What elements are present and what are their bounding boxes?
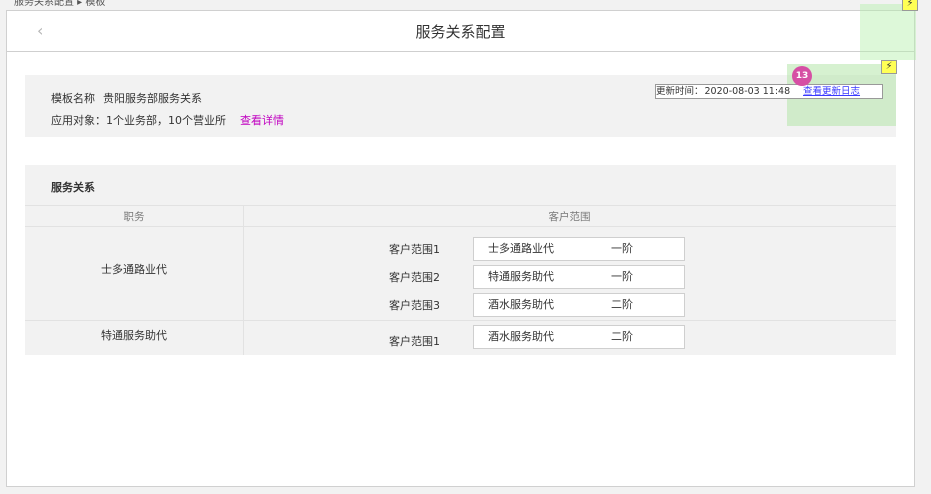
cut-off-top-text: 服务关系配置 ▸ 模板 <box>14 0 106 8</box>
view-update-log-link[interactable]: 查看更新日志 <box>803 85 860 98</box>
range-field[interactable]: 特通服务助代 一阶 <box>473 265 685 289</box>
range-field[interactable]: 酒水服务助代 二阶 <box>473 293 685 317</box>
template-name-row: 模板名称 贵阳服务部服务关系 <box>51 90 202 106</box>
update-info-box: 更新时间：2020-08-03 11:48 查看更新日志 <box>655 84 883 99</box>
range-label: 客户范围2 <box>389 271 440 284</box>
page-title: 服务关系配置 <box>415 23 506 41</box>
lightning-icon[interactable]: ⚡ <box>881 60 897 74</box>
template-info-panel: 模板名称 贵阳服务部服务关系 应用对象：1个业务部，10个营业所 查看详情 更新时间… <box>25 64 896 137</box>
range-label: 客户范围3 <box>389 299 440 312</box>
notification-badge: 13 <box>792 66 812 86</box>
role-cell: 士多通路业代 <box>101 263 167 276</box>
template-name-value: 贵阳服务部服务关系 <box>103 92 202 105</box>
template-name-label: 模板名称 <box>51 92 95 105</box>
range-name: 酒水服务助代 <box>488 298 554 311</box>
view-details-link[interactable]: 查看详情 <box>240 114 284 127</box>
range-name: 士多通路业代 <box>488 242 554 255</box>
lightning-icon[interactable]: ⚡ <box>902 0 918 11</box>
role-cell: 特通服务助代 <box>101 329 167 342</box>
column-header-role: 职务 <box>25 205 243 227</box>
column-divider <box>243 205 244 355</box>
column-header-range: 客户范围 <box>243 205 896 227</box>
header-bar: ‹ 服务关系配置 <box>7 4 916 60</box>
highlight-overlay <box>860 4 916 60</box>
row-divider <box>25 320 896 321</box>
service-relation-panel: 服务关系 职务 客户范围 士多通路业代 客户范围1 士多通路业代 一阶 客户范围… <box>25 165 896 355</box>
range-field[interactable]: 士多通路业代 一阶 <box>473 237 685 261</box>
section-title: 服务关系 <box>51 181 95 194</box>
update-time-label: 更新时间： <box>656 86 704 97</box>
range-name: 特通服务助代 <box>488 270 554 283</box>
app-window: ‹ 服务关系配置 模板名称 贵阳服务部服务关系 应用对象：1个业务部，10个营业所… <box>6 4 916 487</box>
range-level: 二阶 <box>611 330 633 343</box>
apply-target-row: 应用对象：1个业务部，10个营业所 查看详情 <box>51 112 284 128</box>
range-level: 二阶 <box>611 298 633 311</box>
range-label: 客户范围1 <box>389 335 440 348</box>
update-time-value: 2020-08-03 11:48 <box>704 86 791 97</box>
range-level: 一阶 <box>611 242 633 255</box>
range-field[interactable]: 酒水服务助代 二阶 <box>473 325 685 349</box>
range-name: 酒水服务助代 <box>488 330 554 343</box>
range-level: 一阶 <box>611 270 633 283</box>
range-label: 客户范围1 <box>389 243 440 256</box>
apply-target-value: 1个业务部，10个营业所 <box>106 114 226 127</box>
apply-target-label: 应用对象： <box>51 114 106 127</box>
